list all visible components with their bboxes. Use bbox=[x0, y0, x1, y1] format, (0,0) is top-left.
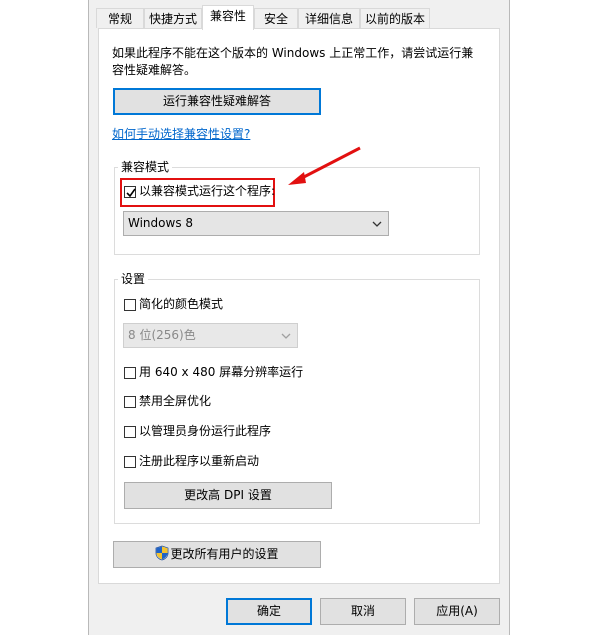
tab-general[interactable]: 常规 bbox=[96, 8, 144, 28]
tab-shortcut[interactable]: 快捷方式 bbox=[144, 8, 202, 28]
change-all-users-button[interactable]: 更改所有用户的设置 bbox=[113, 541, 321, 568]
color-depth-select: 8 位(256)色 bbox=[123, 323, 298, 348]
change-all-users-label: 更改所有用户的设置 bbox=[170, 547, 279, 561]
run-troubleshooter-button[interactable]: 运行兼容性疑难解答 bbox=[113, 88, 321, 115]
annotation-arrow-icon bbox=[288, 146, 361, 185]
run-as-admin-label[interactable]: 以管理员身份运行此程序 bbox=[139, 423, 271, 440]
res-640-checkbox[interactable] bbox=[124, 367, 136, 379]
res-640-label[interactable]: 用 640 x 480 屏幕分辨率运行 bbox=[139, 364, 303, 381]
cancel-button[interactable]: 取消 bbox=[320, 598, 406, 625]
manual-compat-settings-link[interactable]: 如何手动选择兼容性设置? bbox=[112, 126, 250, 143]
uac-shield-icon bbox=[156, 545, 169, 561]
tab-compatibility[interactable]: 兼容性 bbox=[202, 5, 254, 30]
chevron-down-icon bbox=[281, 333, 291, 339]
intro-text-line1: 如果此程序不能在这个版本的 Windows 上正常工作，请尝试运行兼 bbox=[112, 46, 474, 60]
reduced-color-label[interactable]: 简化的颜色模式 bbox=[139, 296, 223, 313]
os-version-select[interactable]: Windows 8 bbox=[123, 211, 389, 236]
compat-mode-checkbox-label[interactable]: 以兼容模式运行这个程序: bbox=[139, 183, 275, 200]
ok-button[interactable]: 确定 bbox=[226, 598, 312, 625]
chevron-down-icon bbox=[372, 221, 382, 227]
apply-button[interactable]: 应用(A) bbox=[414, 598, 500, 625]
register-restart-checkbox[interactable] bbox=[124, 456, 136, 468]
change-dpi-button[interactable]: 更改高 DPI 设置 bbox=[124, 482, 332, 509]
os-version-select-value: Windows 8 bbox=[128, 216, 194, 230]
run-as-admin-checkbox[interactable] bbox=[124, 426, 136, 438]
compat-mode-group-title: 兼容模式 bbox=[118, 159, 173, 175]
settings-group-title: 设置 bbox=[118, 271, 149, 287]
reduced-color-checkbox[interactable] bbox=[124, 299, 136, 311]
color-depth-select-value: 8 位(256)色 bbox=[128, 328, 196, 342]
intro-text-line2: 容性疑难解答。 bbox=[112, 63, 197, 77]
disable-fullscreen-label[interactable]: 禁用全屏优化 bbox=[139, 393, 211, 410]
tab-security[interactable]: 安全 bbox=[254, 8, 298, 28]
tab-details[interactable]: 详细信息 bbox=[298, 8, 360, 28]
checkmark-icon bbox=[126, 188, 136, 198]
compat-mode-checkbox[interactable] bbox=[124, 186, 136, 198]
register-restart-label[interactable]: 注册此程序以重新启动 bbox=[139, 453, 259, 470]
tab-previous-versions[interactable]: 以前的版本 bbox=[360, 8, 430, 28]
disable-fullscreen-checkbox[interactable] bbox=[124, 396, 136, 408]
